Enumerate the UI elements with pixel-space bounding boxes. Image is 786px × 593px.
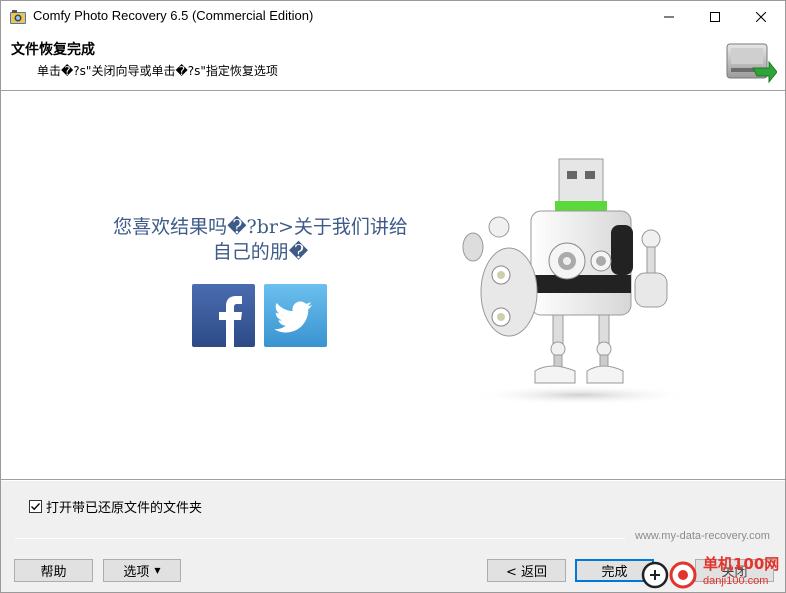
options-button-label: 选项 [123, 565, 150, 580]
facebook-icon [192, 284, 255, 347]
watermark-text: 单机100网 [703, 555, 780, 573]
minimize-button[interactable] [646, 1, 692, 32]
open-folder-checkbox[interactable] [29, 500, 42, 513]
finish-button-label: 完成 [601, 565, 628, 580]
twitter-icon [264, 284, 327, 347]
checkmark-icon [31, 503, 41, 511]
chevron-down-icon: ▼ [154, 566, 161, 575]
facebook-share-button[interactable] [192, 284, 255, 347]
photo-recovery-app-icon [10, 9, 26, 24]
help-button[interactable]: 帮助 [14, 559, 93, 582]
help-button-label: 帮助 [40, 565, 67, 580]
window-title: Comfy Photo Recovery 6.5 (Commercial Edi… [33, 8, 314, 23]
maximize-icon [710, 11, 720, 22]
page-title: 文件恢复完成 [11, 42, 95, 58]
page-subtitle: 单击�?s"关闭向导或单击�?s"指定恢复选项 [37, 64, 278, 78]
minimize-icon [664, 16, 674, 17]
open-folder-checkbox-label[interactable]: 打开带已还原文件的文件夹 [46, 497, 202, 516]
hard-drive-recovery-icon [723, 38, 778, 88]
watermark-logo-icon [641, 561, 697, 589]
main-content: 您喜欢结果吗�?br>关于我们讲给 自己的朋� [1, 92, 785, 480]
maximize-button[interactable] [692, 1, 738, 32]
promo-text-line-2: 自己的朋� [212, 241, 309, 263]
wizard-header: 文件恢复完成 单击�?s"关闭向导或单击�?s"指定恢复选项 [1, 32, 785, 91]
back-button-label: < 返回 [505, 565, 548, 580]
footer-separator [15, 538, 625, 539]
watermark-url: danji100.com [703, 575, 769, 587]
robot-usb-illustration [451, 157, 701, 407]
wizard-window: Comfy Photo Recovery 6.5 (Commercial Edi… [0, 0, 786, 593]
close-window-button[interactable] [738, 1, 784, 32]
options-button[interactable]: 选项 ▼ [103, 559, 181, 582]
twitter-share-button[interactable] [264, 284, 327, 347]
watermark: 单机100网 danji100.com [641, 553, 785, 592]
close-icon [756, 11, 766, 22]
promo-text-line-1: 您喜欢结果吗�?br>关于我们讲给 [113, 216, 408, 238]
title-bar[interactable]: Comfy Photo Recovery 6.5 (Commercial Edi… [1, 1, 785, 32]
website-link[interactable]: www.my-data-recovery.com [635, 530, 770, 542]
open-folder-checkbox-row[interactable]: 打开带已还原文件的文件夹 [29, 497, 202, 516]
back-button[interactable]: < 返回 [487, 559, 566, 582]
